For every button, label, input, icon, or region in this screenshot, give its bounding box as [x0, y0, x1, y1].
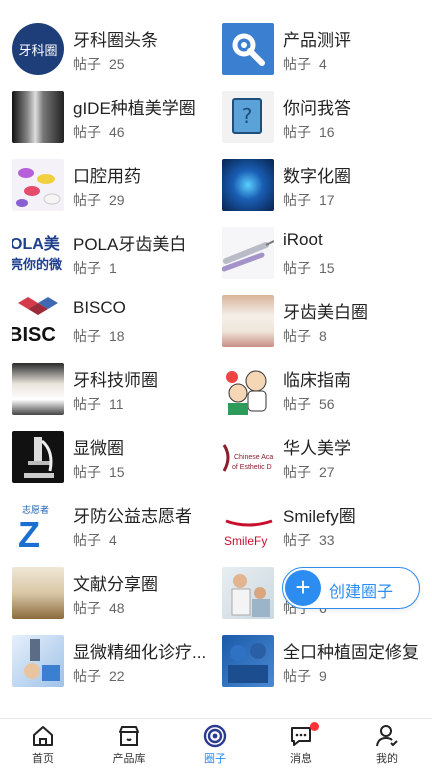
circle-item[interactable]: iRoot 帖子 15: [0, 226, 432, 294]
post-count: 帖子 17: [283, 192, 335, 208]
circle-target-icon: [203, 724, 227, 748]
svg-text:of Esthetic D: of Esthetic D: [232, 464, 272, 471]
smilefy-logo: SmileFy: [222, 499, 274, 551]
post-count: 帖子 33: [283, 532, 335, 548]
svg-text:?: ?: [242, 104, 253, 128]
circle-name: 临床指南: [283, 371, 351, 390]
circle-name: iRoot: [283, 230, 323, 249]
unread-badge: [310, 722, 319, 731]
circle-name: 全口种植固定修复: [283, 643, 419, 662]
post-count: 帖子 56: [283, 396, 335, 412]
tab-circles[interactable]: 圈子: [172, 719, 258, 769]
tab-home[interactable]: 首页: [0, 719, 86, 769]
circle-item[interactable]: 牙齿美白圈 帖子 8: [0, 294, 432, 362]
post-count: 帖子 15: [283, 260, 335, 276]
teeth-image: [222, 295, 274, 347]
post-count: 帖子 8: [283, 328, 327, 344]
circle-name: 你问我答: [283, 99, 351, 118]
create-circle-label: 创建圈子: [329, 584, 394, 601]
svg-text:Chinese Aca: Chinese Aca: [234, 454, 273, 461]
tab-messages[interactable]: 消息: [258, 719, 344, 769]
circle-item[interactable]: 全口种植固定修复 帖子 9: [0, 634, 432, 702]
svg-text:SmileFy: SmileFy: [224, 534, 267, 548]
store-icon: [119, 726, 139, 746]
circle-name: Smilefy圈: [283, 507, 356, 526]
post-count: 帖子 16: [283, 124, 335, 140]
post-count: 帖子 9: [283, 668, 327, 684]
circle-item[interactable]: 数字化圈 帖子 17: [0, 158, 432, 226]
circle-item[interactable]: Chinese Aca of Esthetic D 华人美学 帖子 27: [0, 430, 432, 498]
circle-name: 数字化圈: [283, 167, 351, 186]
circle-name: 华人美学: [283, 439, 351, 458]
syringe-image: [222, 227, 274, 279]
digital-image: [222, 159, 274, 211]
bottom-tab-bar: 首页 产品库 圈子 消息 我的: [0, 718, 432, 769]
circle-item[interactable]: ? 你问我答 帖子 16: [0, 90, 432, 158]
clinic-people-image: [222, 567, 274, 619]
circle-item[interactable]: 临床指南 帖子 56: [0, 362, 432, 430]
chinese-academy-logo: Chinese Aca of Esthetic D: [222, 431, 274, 483]
circle-name: 牙齿美白圈: [283, 303, 368, 322]
cartoon-doctor-image: [222, 363, 274, 415]
circle-name: 产品测评: [283, 31, 351, 50]
tab-profile[interactable]: 我的: [344, 719, 430, 769]
question-book-icon: ?: [222, 91, 274, 143]
tab-label: 圈子: [204, 753, 226, 765]
tab-label: 首页: [32, 753, 54, 765]
tab-label: 消息: [290, 753, 312, 765]
home-icon: [33, 726, 53, 746]
surgery-image: [222, 635, 274, 687]
profile-icon: [376, 725, 398, 747]
create-circle-button[interactable]: + 创建圈子: [282, 567, 420, 609]
circle-item[interactable]: SmileFy Smilefy圈 帖子 33: [0, 498, 432, 566]
post-count: 帖子 27: [283, 464, 335, 480]
gear-icon: [222, 23, 274, 75]
tab-products[interactable]: 产品库: [86, 719, 172, 769]
post-count: 帖子 4: [283, 56, 327, 72]
tab-label: 我的: [376, 753, 398, 765]
plus-icon: +: [285, 570, 321, 606]
circle-grid: 牙科圈 牙科圈头条 帖子 25 产品测评 帖子 4 gIDE种植美学圈 帖子 46 ?…: [0, 0, 432, 718]
circle-item[interactable]: 产品测评 帖子 4: [0, 22, 432, 90]
tab-label: 产品库: [112, 753, 146, 765]
